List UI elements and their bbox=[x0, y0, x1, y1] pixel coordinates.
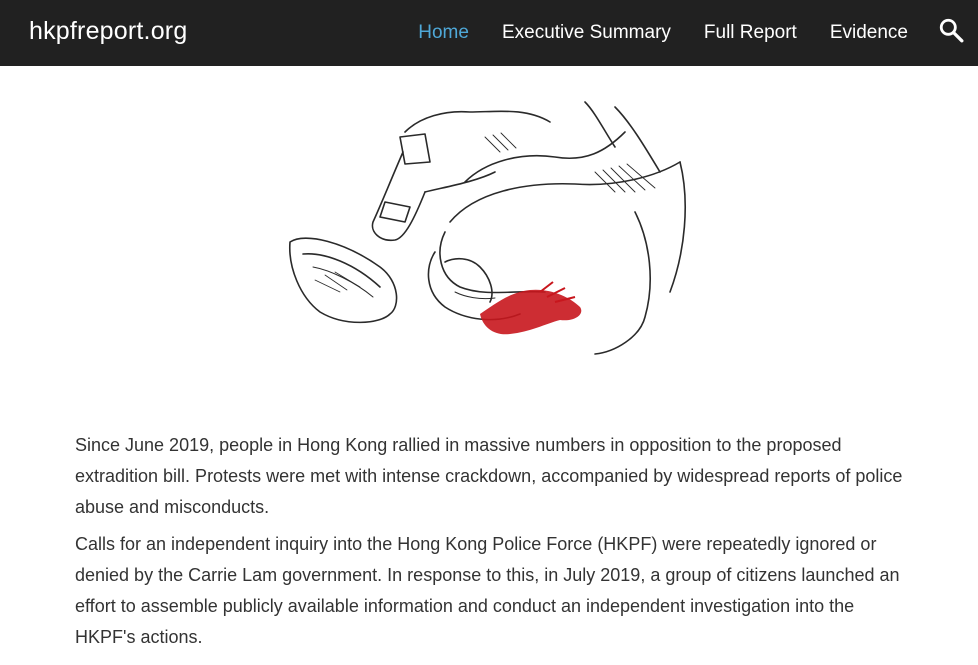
top-app-bar: hkpfreport.org Home Executive Summary Fu… bbox=[0, 0, 978, 66]
search-icon[interactable] bbox=[938, 17, 964, 43]
nav-item-full-report[interactable]: Full Report bbox=[704, 22, 797, 44]
nav-item-home[interactable]: Home bbox=[418, 22, 469, 44]
intro-text: Since June 2019, people in Hong Kong ral… bbox=[75, 430, 905, 659]
protester-illustration bbox=[289, 101, 686, 355]
intro-paragraph-2: Calls for an independent inquiry into th… bbox=[75, 534, 900, 647]
site-title-link[interactable]: hkpfreport.org bbox=[29, 17, 187, 46]
nav-item-evidence[interactable]: Evidence bbox=[830, 22, 908, 44]
intro-paragraph-1: Since June 2019, people in Hong Kong ral… bbox=[75, 435, 903, 517]
main-nav: Home Executive Summary Full Report Evide… bbox=[385, 0, 908, 66]
nav-item-executive-summary[interactable]: Executive Summary bbox=[502, 22, 671, 44]
